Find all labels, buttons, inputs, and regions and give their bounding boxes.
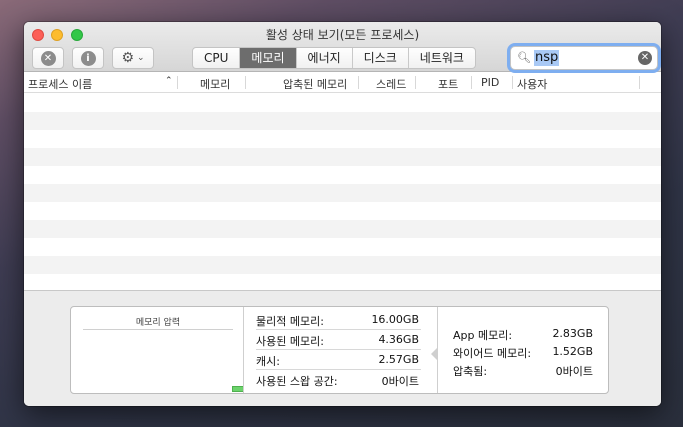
table-row <box>24 112 661 130</box>
stat-label: 와이어드 메모리: <box>453 347 532 360</box>
stat-value: 1.52GB <box>552 345 593 358</box>
table-row <box>24 220 661 238</box>
search-icon: 🔍︎ <box>517 51 531 64</box>
stat-label: 사용된 메모리: <box>256 335 324 348</box>
column-divider <box>415 76 416 89</box>
action-menu-button[interactable]: ⚙ ⌄ <box>112 47 154 69</box>
column-divider <box>639 76 640 89</box>
table-row <box>24 148 661 166</box>
clear-search-icon[interactable]: ✕ <box>638 51 652 65</box>
memory-pressure-title: 메모리 압력 <box>135 318 181 328</box>
quit-process-button[interactable]: ✕ <box>32 47 64 69</box>
search-field[interactable]: 🔍︎ nsp ✕ <box>510 46 658 70</box>
gear-icon: ⚙ <box>121 50 134 66</box>
stat-swap-used: 사용된 스왑 공간: 0바이트 <box>256 370 421 390</box>
search-input-value[interactable]: nsp <box>534 50 560 66</box>
stat-label: App 메모리: <box>453 329 513 342</box>
column-divider <box>177 76 178 89</box>
inspect-process-button[interactable]: i <box>72 47 104 69</box>
activity-monitor-window: 활성 상태 보기(모든 프로세스) ✕ i ⚙ ⌄ CPU 메모리 에너지 디스… <box>24 22 661 406</box>
column-threads[interactable]: 스레드 <box>376 76 406 92</box>
table-row <box>24 256 661 274</box>
table-row <box>24 238 661 256</box>
stat-value: 0바이트 <box>381 375 419 388</box>
stat-value: 2.83GB <box>552 327 593 340</box>
column-ports[interactable]: 포트 <box>438 76 458 92</box>
toolbar: 활성 상태 보기(모든 프로세스) ✕ i ⚙ ⌄ CPU 메모리 에너지 디스… <box>24 22 661 72</box>
column-divider <box>245 76 246 89</box>
stat-label: 물리적 메모리: <box>256 315 324 328</box>
callout-notch <box>431 347 438 361</box>
column-divider <box>358 76 359 89</box>
stat-memory-used: 사용된 메모리: 4.36GB <box>256 330 421 350</box>
column-user[interactable]: 사용자 <box>517 76 547 92</box>
column-divider <box>471 76 472 89</box>
category-tabs: CPU 메모리 에너지 디스크 네트워크 <box>192 47 476 69</box>
stat-label: 캐시: <box>256 355 280 368</box>
stat-physical-memory: 물리적 메모리: 16.00GB <box>256 310 421 330</box>
panel-divider <box>243 307 244 393</box>
table-row <box>24 202 661 220</box>
table-row <box>24 130 661 148</box>
tab-memory[interactable]: 메모리 <box>240 48 297 68</box>
stat-value: 2.57GB <box>378 353 419 366</box>
process-table <box>24 94 661 290</box>
column-compressed-memory[interactable]: 압축된 메모리 <box>283 76 347 92</box>
stat-value: 0바이트 <box>555 365 593 378</box>
window-title: 활성 상태 보기(모든 프로세스) <box>265 28 420 42</box>
chevron-down-icon: ⌄ <box>137 53 145 63</box>
stat-label: 압축됨: <box>453 365 488 378</box>
stat-value: 4.36GB <box>378 333 419 346</box>
x-circle-icon: ✕ <box>40 50 56 66</box>
memory-summary-area: 메모리 압력 물리적 메모리: 16.00GB 사용된 메모리: 4.36GB … <box>24 290 661 406</box>
tab-energy[interactable]: 에너지 <box>297 48 353 68</box>
info-icon: i <box>80 50 96 66</box>
column-process-name[interactable]: 프로세스 이름 <box>28 76 92 92</box>
memory-summary-panel: 메모리 압력 물리적 메모리: 16.00GB 사용된 메모리: 4.36GB … <box>70 306 609 394</box>
column-divider <box>512 76 513 89</box>
column-pid[interactable]: PID <box>481 76 499 89</box>
tab-disk[interactable]: 디스크 <box>353 48 409 68</box>
table-row <box>24 94 661 112</box>
table-row <box>24 166 661 184</box>
table-row <box>24 184 661 202</box>
sort-ascending-icon: ⌃ <box>165 76 173 86</box>
stat-label: 사용된 스왑 공간: <box>256 375 338 388</box>
tab-network[interactable]: 네트워크 <box>409 48 475 68</box>
table-header: 프로세스 이름 ⌃ 메모리 압축된 메모리 스레드 포트 PID 사용자 <box>24 73 661 93</box>
stat-cached-files: 캐시: 2.57GB <box>256 350 421 370</box>
stat-value: 16.00GB <box>371 313 419 326</box>
memory-pressure-divider <box>83 329 233 330</box>
tab-cpu[interactable]: CPU <box>193 48 241 68</box>
column-memory[interactable]: 메모리 <box>200 76 230 92</box>
